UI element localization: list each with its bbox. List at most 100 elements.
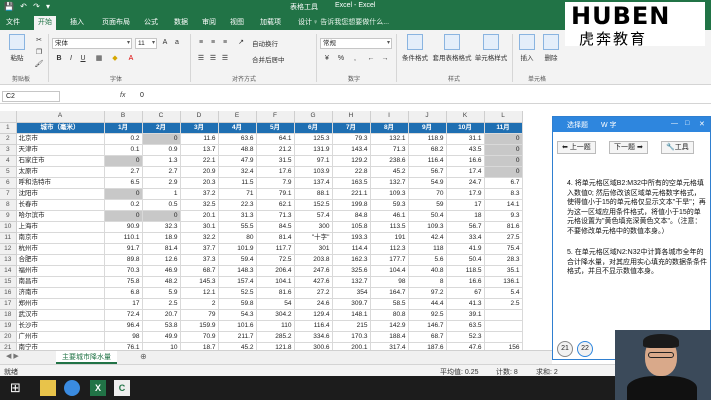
tab-insert[interactable]: 插入 xyxy=(66,16,88,30)
data-cell[interactable]: 75.8 xyxy=(104,276,143,288)
row-number[interactable]: 7 xyxy=(0,188,17,200)
data-cell[interactable]: 41.3 xyxy=(446,298,485,310)
data-cell[interactable]: 145.3 xyxy=(180,276,219,288)
question-number-21[interactable]: 21 xyxy=(557,341,573,357)
data-cell[interactable]: 5.4 xyxy=(484,287,523,299)
data-cell[interactable]: 14.1 xyxy=(484,199,523,211)
select-all-corner[interactable] xyxy=(0,111,17,123)
data-cell[interactable]: 46.1 xyxy=(370,210,409,222)
data-cell[interactable]: 300 xyxy=(294,221,333,233)
data-cell[interactable]: 57.4 xyxy=(294,210,333,222)
data-cell[interactable]: 30.1 xyxy=(180,221,219,233)
data-cell[interactable]: 2.7 xyxy=(142,166,181,178)
data-cell[interactable]: 118 xyxy=(408,243,447,255)
data-cell[interactable]: 17.4 xyxy=(446,166,485,178)
data-cell[interactable]: 54.9 xyxy=(408,177,447,189)
city-cell[interactable]: 南昌市 xyxy=(16,276,105,288)
data-cell[interactable]: 334.6 xyxy=(294,331,333,343)
data-cell[interactable]: 129.4 xyxy=(294,309,333,321)
data-cell[interactable]: 20.7 xyxy=(142,309,181,321)
data-cell[interactable]: 89.8 xyxy=(104,254,143,266)
data-cell[interactable]: 0 xyxy=(104,210,143,222)
data-cell[interactable]: 6.8 xyxy=(104,287,143,299)
data-cell[interactable]: 211.7 xyxy=(218,331,257,343)
data-cell[interactable]: 98 xyxy=(370,276,409,288)
data-cell[interactable]: 301 xyxy=(294,243,333,255)
cell-styles-button[interactable]: 单元格样式 xyxy=(474,34,508,62)
data-cell[interactable]: 0 xyxy=(104,155,143,167)
data-cell[interactable]: 22.3 xyxy=(218,199,257,211)
sheet-nav-arrows[interactable]: ◀ ▶ xyxy=(6,352,19,360)
data-cell[interactable]: 17.9 xyxy=(446,188,485,200)
data-cell[interactable]: 39.1 xyxy=(446,309,485,321)
city-cell[interactable]: 哈尔滨市 xyxy=(16,210,105,222)
data-cell[interactable]: 27.2 xyxy=(294,287,333,299)
data-cell[interactable]: 6.5 xyxy=(104,177,143,189)
browser-icon[interactable] xyxy=(64,380,80,396)
data-cell[interactable]: 215 xyxy=(332,320,371,332)
bold-button[interactable]: B xyxy=(54,54,64,64)
city-cell[interactable]: 上海市 xyxy=(16,221,105,233)
data-cell[interactable]: 75.4 xyxy=(484,243,523,255)
quick-access-toolbar[interactable]: 💾 ↶ ↷ ▾ xyxy=(4,2,52,11)
row-number[interactable]: 6 xyxy=(0,177,17,189)
data-cell[interactable]: 22.1 xyxy=(180,155,219,167)
row-number[interactable]: 17 xyxy=(0,298,17,310)
data-cell[interactable]: 90.9 xyxy=(104,221,143,233)
data-cell[interactable]: 116.4 xyxy=(294,320,333,332)
data-cell[interactable]: 103.9 xyxy=(294,166,333,178)
data-cell[interactable]: 0.5 xyxy=(142,199,181,211)
delete-cells-button[interactable]: 删除 xyxy=(540,34,562,62)
underline-button[interactable]: U xyxy=(78,54,88,64)
tab-view[interactable]: 视图 xyxy=(226,16,248,30)
data-cell[interactable]: 71.3 xyxy=(256,210,295,222)
data-cell[interactable]: 177.7 xyxy=(370,254,409,266)
data-cell[interactable]: 137.4 xyxy=(294,177,333,189)
data-cell[interactable]: 0.2 xyxy=(104,133,143,145)
row-number[interactable]: 16 xyxy=(0,287,17,299)
column-header[interactable]: C xyxy=(142,111,181,123)
data-cell[interactable]: 71 xyxy=(218,188,257,200)
city-cell[interactable]: 南京市 xyxy=(16,232,105,244)
tell-me-search[interactable]: ♀ 告诉我您想要做什么... xyxy=(313,17,389,27)
data-cell[interactable]: 56.7 xyxy=(408,166,447,178)
align-middle-icon[interactable]: ≡ xyxy=(208,38,218,48)
data-cell[interactable]: 32.2 xyxy=(180,232,219,244)
data-cell[interactable]: 54.3 xyxy=(218,309,257,321)
data-cell[interactable]: 67 xyxy=(446,287,485,299)
data-cell[interactable]: 0.9 xyxy=(142,144,181,156)
data-cell[interactable]: 129.2 xyxy=(332,155,371,167)
data-cell[interactable]: 203.8 xyxy=(294,254,333,266)
data-cell[interactable]: 5.6 xyxy=(408,254,447,266)
tab-addins[interactable]: 加载项 xyxy=(256,16,285,30)
data-cell[interactable]: 41.9 xyxy=(446,243,485,255)
city-cell[interactable]: 武汉市 xyxy=(16,309,105,321)
header-cell[interactable]: 9月 xyxy=(408,122,447,134)
data-cell[interactable]: 80 xyxy=(218,232,257,244)
data-cell[interactable]: 81.6 xyxy=(484,221,523,233)
tools-button[interactable]: 🔧工具 xyxy=(661,141,694,154)
maximize-icon[interactable]: □ xyxy=(685,120,689,127)
data-cell[interactable]: 81.4 xyxy=(256,232,295,244)
font-size-select[interactable]: 11 ▾ xyxy=(135,38,157,49)
column-header[interactable]: G xyxy=(294,111,333,123)
data-cell[interactable]: 31.5 xyxy=(256,155,295,167)
column-header[interactable]: J xyxy=(408,111,447,123)
data-cell[interactable]: 20.9 xyxy=(180,166,219,178)
data-cell[interactable]: 20.3 xyxy=(180,177,219,189)
excel-taskbar-icon[interactable]: X xyxy=(90,380,106,396)
data-cell[interactable]: 0 xyxy=(484,155,523,167)
tab-data[interactable]: 数据 xyxy=(170,16,192,30)
data-cell[interactable]: 0 xyxy=(484,166,523,178)
align-top-icon[interactable]: ≡ xyxy=(196,38,206,48)
data-cell[interactable]: 72.4 xyxy=(104,309,143,321)
data-cell[interactable]: 68.2 xyxy=(408,144,447,156)
data-cell[interactable]: 32.5 xyxy=(180,199,219,211)
data-cell[interactable]: 0 xyxy=(484,133,523,145)
city-cell[interactable]: 太原市 xyxy=(16,166,105,178)
row-number[interactable]: 20 xyxy=(0,331,17,343)
data-cell[interactable]: 193.3 xyxy=(332,232,371,244)
row-number[interactable]: 10 xyxy=(0,221,17,233)
data-cell[interactable]: 50.4 xyxy=(408,210,447,222)
data-cell[interactable]: 72.5 xyxy=(256,254,295,266)
